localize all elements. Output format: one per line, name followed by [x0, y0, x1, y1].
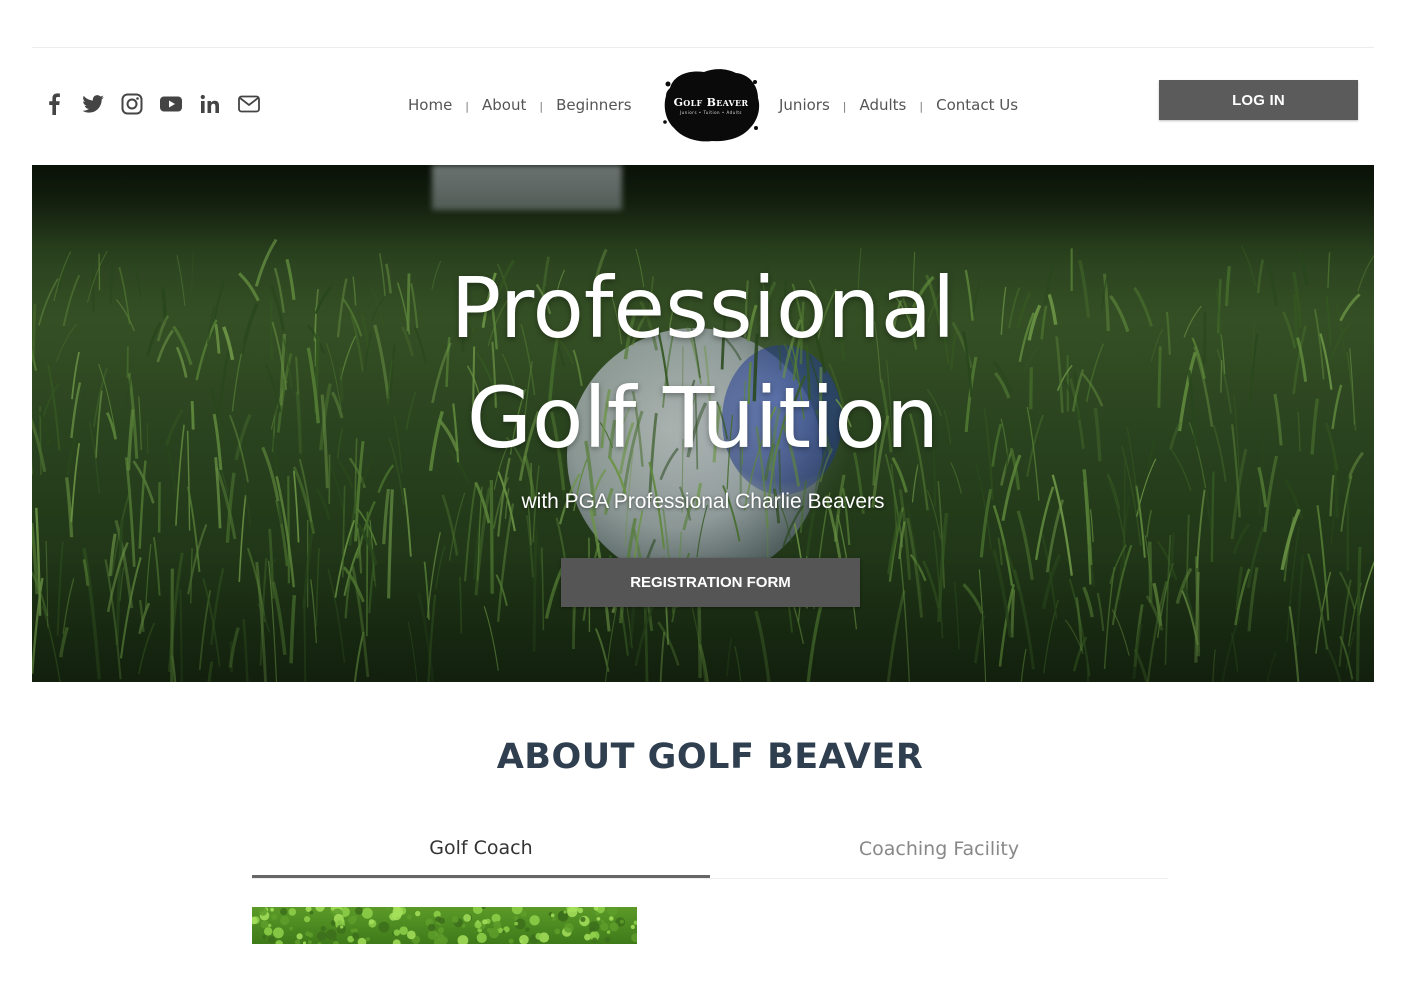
hero-banner: Professional Golf Tuition with PGA Profe…: [32, 165, 1374, 682]
golf-beaver-logo[interactable]: Golf Beaver Juniors • Tuition • Adults: [660, 66, 762, 144]
hero-title: Professional Golf Tuition: [32, 253, 1374, 473]
mail-icon[interactable]: [235, 90, 263, 118]
nav-separator: |: [539, 99, 544, 113]
logo-title: Golf Beaver: [673, 96, 749, 109]
login-button[interactable]: LOG IN: [1159, 80, 1358, 120]
nav-separator: |: [919, 99, 924, 113]
nav-item-home[interactable]: Home: [408, 96, 452, 114]
nav-separator: |: [465, 99, 470, 113]
nav-item-adults[interactable]: Adults: [859, 96, 906, 114]
nav-separator: |: [842, 99, 847, 113]
about-heading: ABOUT GOLF BEAVER: [496, 737, 924, 777]
tab-golf-coach[interactable]: Golf Coach: [252, 820, 710, 878]
top-divider: [32, 47, 1374, 48]
page: Home | About | Beginners Golf Beaver Jun…: [0, 0, 1403, 992]
youtube-icon[interactable]: [157, 90, 185, 118]
golf-coach-image: [252, 907, 637, 944]
instagram-icon[interactable]: [118, 90, 146, 118]
facebook-icon[interactable]: [40, 90, 68, 118]
tab-coaching-facility[interactable]: Coaching Facility: [710, 820, 1168, 877]
linkedin-icon[interactable]: [196, 90, 224, 118]
hero-title-line-2: Golf Tuition: [466, 369, 940, 467]
logo-tagline: Juniors • Tuition • Adults: [680, 110, 742, 115]
registration-form-button[interactable]: REGISTRATION FORM: [561, 558, 860, 607]
about-tabs: Golf Coach Coaching Facility: [252, 820, 1168, 879]
nav-item-juniors[interactable]: Juniors: [779, 96, 830, 114]
nav-item-contact-us[interactable]: Contact Us: [936, 96, 1018, 114]
twitter-icon[interactable]: [79, 90, 107, 118]
hero-subtitle: with PGA Professional Charlie Beavers: [521, 490, 885, 513]
nav-left: Home | About | Beginners: [408, 94, 632, 116]
hero-title-line-1: Professional: [450, 259, 956, 357]
nav-item-about[interactable]: About: [482, 96, 526, 114]
nav-item-beginners[interactable]: Beginners: [556, 96, 631, 114]
social-links: [40, 90, 274, 118]
nav-right: Juniors | Adults | Contact Us: [779, 94, 1018, 116]
hedge-texture: [252, 907, 637, 944]
